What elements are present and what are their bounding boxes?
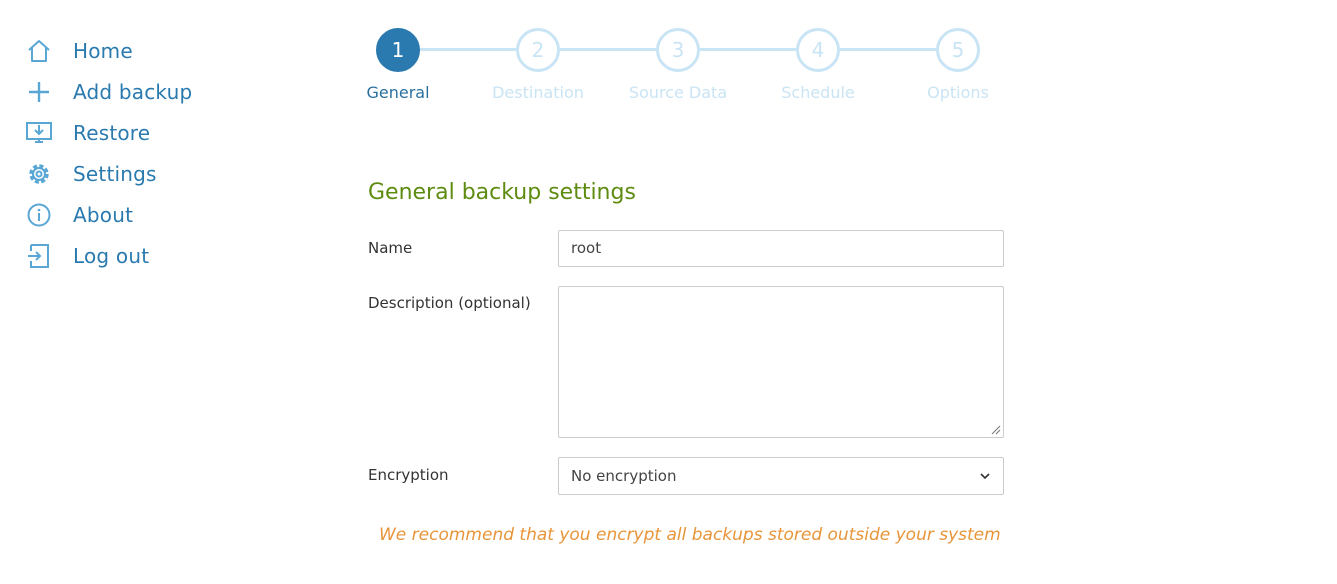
step-destination[interactable]: 2 Destination — [478, 28, 598, 102]
name-input[interactable]: root — [558, 230, 1004, 267]
step-general[interactable]: 1 General — [338, 28, 458, 102]
step-schedule[interactable]: 4 Schedule — [758, 28, 878, 102]
name-label: Name — [368, 239, 413, 257]
step-label: General — [366, 83, 430, 102]
resize-grip-icon[interactable] — [991, 425, 1001, 435]
gear-icon — [26, 161, 52, 187]
section-title: General backup settings — [368, 180, 636, 205]
restore-icon — [26, 120, 52, 146]
encryption-warning: We recommend that you encrypt all backup… — [379, 525, 1001, 545]
sidebar-item-home[interactable]: Home — [26, 30, 246, 71]
sidebar-nav: Home Add backup Restore Settings About L… — [26, 30, 246, 276]
wizard-stepper: 1 General 2 Destination 3 Source Data 4 … — [338, 28, 1038, 118]
sidebar-item-label: About — [73, 202, 134, 227]
plus-icon — [26, 79, 52, 105]
description-textarea[interactable] — [558, 286, 1004, 438]
sidebar-item-label: Settings — [73, 161, 157, 186]
sidebar-item-label: Restore — [73, 120, 151, 145]
sidebar-item-add-backup[interactable]: Add backup — [26, 71, 246, 112]
step-options[interactable]: 5 Options — [898, 28, 1018, 102]
description-label: Description (optional) — [368, 294, 531, 312]
sidebar-item-settings[interactable]: Settings — [26, 153, 246, 194]
encryption-selected-value: No encryption — [571, 467, 677, 485]
sidebar-item-label: Log out — [73, 243, 150, 268]
sidebar-item-about[interactable]: About — [26, 194, 246, 235]
step-number: 3 — [656, 28, 700, 72]
step-label: Schedule — [781, 83, 855, 102]
info-icon — [26, 202, 52, 228]
step-label: Source Data — [628, 83, 728, 102]
home-icon — [26, 38, 52, 64]
step-label: Options — [927, 83, 989, 102]
step-source-data[interactable]: 3 Source Data — [618, 28, 738, 102]
step-number: 1 — [376, 28, 420, 72]
step-number: 2 — [516, 28, 560, 72]
step-label: Destination — [492, 83, 584, 102]
sidebar-item-logout[interactable]: Log out — [26, 235, 246, 276]
logout-icon — [26, 243, 52, 269]
chevron-down-icon — [980, 473, 990, 480]
sidebar-item-restore[interactable]: Restore — [26, 112, 246, 153]
step-number: 5 — [936, 28, 980, 72]
encryption-label: Encryption — [368, 466, 449, 484]
sidebar-item-label: Add backup — [73, 79, 193, 104]
step-number: 4 — [796, 28, 840, 72]
encryption-select[interactable]: No encryption — [558, 457, 1004, 495]
sidebar-item-label: Home — [73, 38, 133, 63]
